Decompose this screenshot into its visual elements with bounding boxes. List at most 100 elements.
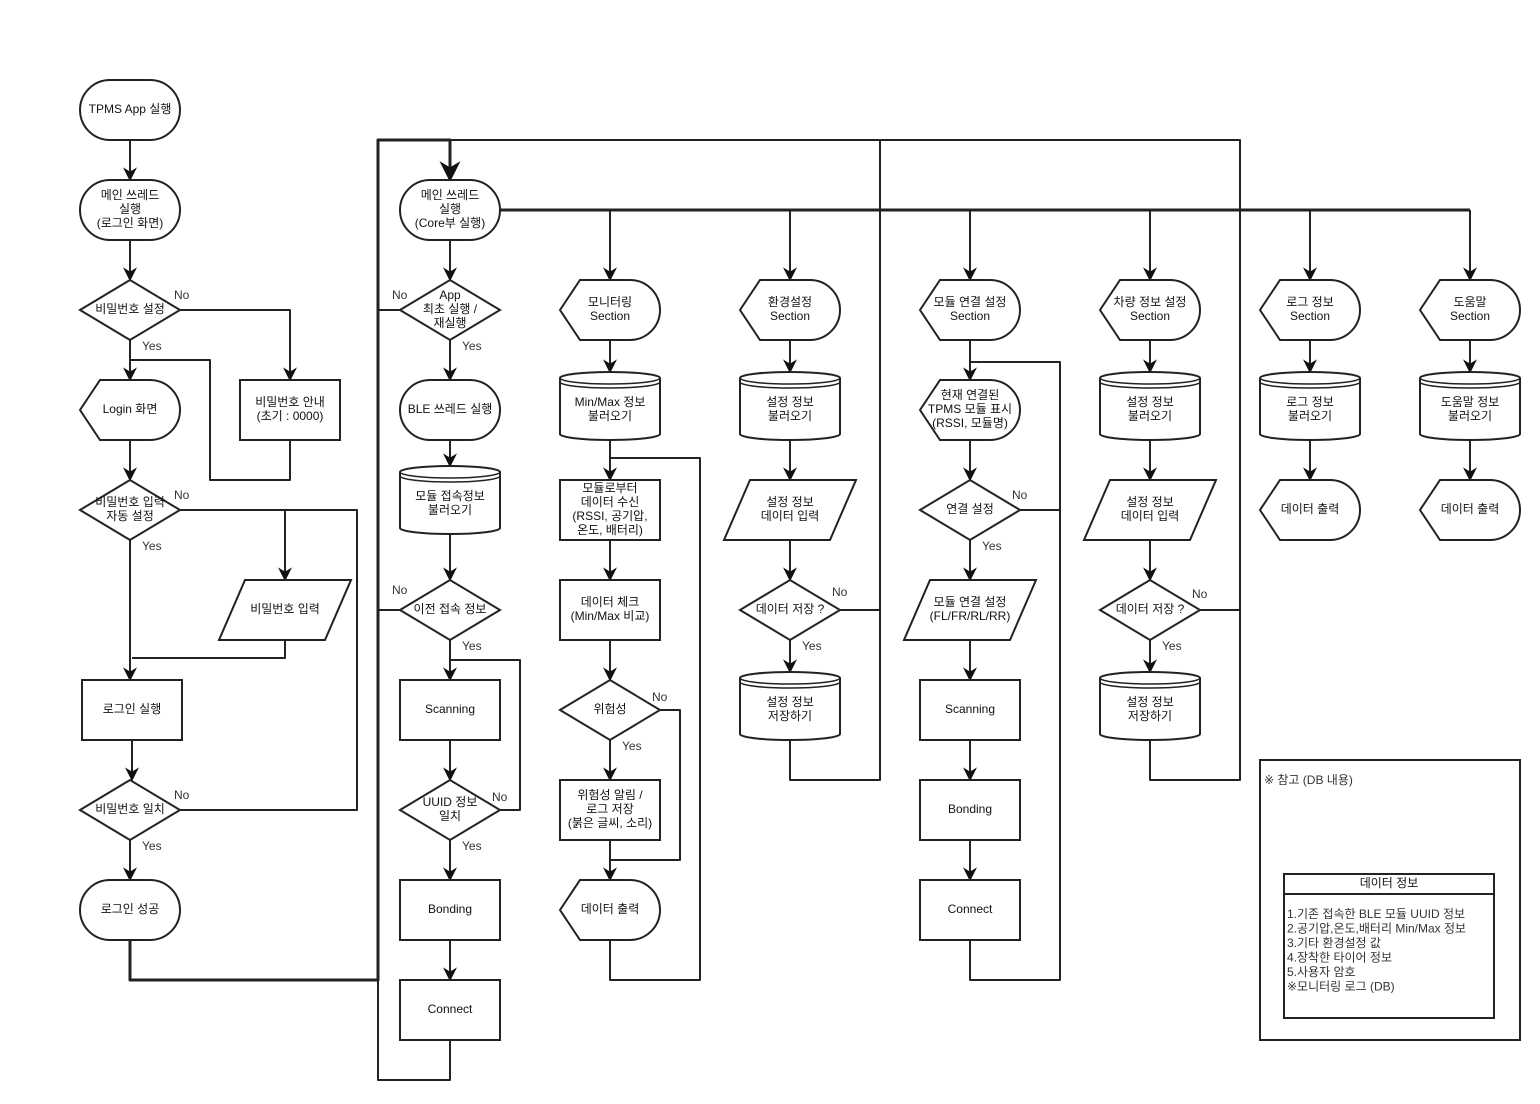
node-car-input: 설정 정보데이터 입력 bbox=[1082, 479, 1218, 541]
node-mod-pos: 모듈 연결 설정(FL/FR/RL/RR) bbox=[902, 579, 1038, 641]
branch-label-yes: Yes bbox=[462, 339, 482, 353]
node-help-section: 도움말Section bbox=[1418, 279, 1521, 341]
legend-item: 2.공기압,온도,배터리 Min/Max 정보 bbox=[1287, 922, 1466, 936]
node-label: 모듈 연결 설정 bbox=[934, 595, 1007, 609]
node-label: 저장하기 bbox=[768, 709, 812, 723]
node-label: (Core부 실행) bbox=[415, 215, 485, 230]
node-label: TPMS App 실행 bbox=[89, 101, 172, 116]
node-pw-set: 비밀번호 설정 bbox=[78, 278, 182, 342]
node-label: 로그 정보 bbox=[1286, 295, 1334, 309]
connector-arrow bbox=[128, 138, 461, 982]
tpms-flowchart: TPMS App 실행메인 쓰레드실행(로그인 화면)비밀번호 설정Login … bbox=[78, 79, 1521, 1081]
node-label: 설정 정보 bbox=[1126, 395, 1174, 409]
node-log-output: 데이터 출력 bbox=[1258, 479, 1361, 541]
node-label: 비밀번호 입력 bbox=[250, 602, 320, 616]
connector-arrow bbox=[180, 509, 292, 582]
node-label: 불러오기 bbox=[1448, 409, 1492, 423]
branch-label-yes: Yes bbox=[142, 539, 162, 553]
node-label: 로그인 실행 bbox=[103, 701, 162, 716]
node-mon-section: 모니터링Section bbox=[558, 279, 661, 341]
node-label: 불러오기 bbox=[768, 409, 812, 423]
node-label: 환경설정 bbox=[768, 295, 812, 309]
branch-label-no: No bbox=[174, 288, 190, 302]
node-label: (로그인 화면) bbox=[97, 216, 164, 230]
node-log-section: 로그 정보Section bbox=[1258, 279, 1361, 341]
node-env-save-q: 데이터 저장 ? bbox=[738, 578, 842, 642]
node-label: 이전 접속 정보 bbox=[414, 602, 487, 616]
table-header: 데이터 정보 bbox=[1360, 876, 1419, 890]
node-main-core: 메인 쓰레드실행(Core부 실행) bbox=[399, 179, 501, 241]
node-label: Section bbox=[1130, 309, 1170, 323]
node-conn1: Connect bbox=[399, 979, 501, 1041]
node-scan1: Scanning bbox=[399, 679, 501, 741]
node-label: 도움말 bbox=[1453, 295, 1486, 309]
node-label: 불러오기 bbox=[428, 503, 472, 517]
node-conn-set-q: 연결 설정 bbox=[918, 478, 1022, 542]
node-label: 데이터 입력 bbox=[1121, 509, 1180, 523]
node-log-load-db: 로그 정보불러오기 bbox=[1259, 371, 1361, 441]
node-car-section: 차량 정보 설정Section bbox=[1098, 279, 1201, 341]
branch-label-no: No bbox=[174, 788, 190, 802]
node-scan2: Scanning bbox=[919, 679, 1021, 741]
node-label: 비밀번호 설정 bbox=[95, 302, 165, 316]
node-env-input: 설정 정보데이터 입력 bbox=[722, 479, 858, 541]
node-label: 도움말 정보 bbox=[1441, 395, 1500, 409]
node-label: App bbox=[439, 288, 461, 302]
node-label: 자동 설정 bbox=[106, 509, 154, 523]
legend-item: 5.사용자 암호 bbox=[1287, 965, 1356, 979]
connector-arrow bbox=[132, 640, 286, 659]
node-app-first: App최초 실행 /재실행 bbox=[398, 278, 502, 342]
node-label: Section bbox=[770, 309, 810, 323]
node-label: 데이터 출력 bbox=[581, 902, 640, 916]
node-label: UUID 정보 bbox=[423, 795, 478, 809]
branch-label-no: No bbox=[492, 790, 508, 804]
node-label: 비밀번호 입력 bbox=[95, 495, 165, 509]
branch-label-yes: Yes bbox=[142, 839, 162, 853]
node-car-save-db: 설정 정보저장하기 bbox=[1099, 671, 1201, 741]
node-mon-output: 데이터 출력 bbox=[558, 879, 661, 941]
node-label: Bonding bbox=[948, 802, 992, 816]
node-label: 모듈 연결 설정 bbox=[934, 295, 1007, 309]
node-label: Section bbox=[950, 309, 990, 323]
node-label: 온도, 배터리) bbox=[577, 523, 643, 537]
node-label: 모니터링 bbox=[588, 295, 632, 309]
node-label: Bonding bbox=[428, 902, 472, 916]
node-label: Connect bbox=[428, 1002, 473, 1016]
legend-panel: ※ 참고 (DB 내용) 데이터 정보 1.기존 접속한 BLE 모듈 UUID… bbox=[1259, 759, 1521, 1041]
branch-label-yes: Yes bbox=[982, 539, 1002, 553]
node-prev-conn: 이전 접속 정보 bbox=[398, 578, 502, 642]
node-label: 불러오기 bbox=[1288, 409, 1332, 423]
node-minmax-db: Min/Max 정보불러오기 bbox=[559, 371, 661, 441]
branch-label-yes: Yes bbox=[1162, 639, 1182, 653]
node-label: 비밀번호 안내 bbox=[255, 395, 325, 409]
node-label: Section bbox=[590, 309, 630, 323]
legend-item: 4.장착한 타이어 정보 bbox=[1287, 951, 1392, 965]
node-label: 설정 정보 bbox=[1126, 495, 1174, 509]
node-label: 비밀번호 일치 bbox=[95, 802, 165, 816]
node-login-ok: 로그인 성공 bbox=[79, 879, 181, 941]
node-pw-guide: 비밀번호 안내(초기 : 0000) bbox=[239, 379, 341, 441]
node-mod-section: 모듈 연결 설정Section bbox=[918, 279, 1021, 341]
node-env-save-db: 설정 정보저장하기 bbox=[739, 671, 841, 741]
node-label: 로그인 성공 bbox=[101, 902, 160, 916]
node-label: (FL/FR/RL/RR) bbox=[930, 609, 1011, 623]
branch-label-yes: Yes bbox=[462, 639, 482, 653]
node-pw-input: 비밀번호 입력 bbox=[217, 579, 353, 641]
node-help-load-db: 도움말 정보불러오기 bbox=[1419, 371, 1521, 441]
node-label: 설정 정보 bbox=[766, 695, 814, 709]
node-label: 재실행 bbox=[433, 315, 466, 330]
node-label: 저장하기 bbox=[1128, 709, 1172, 723]
node-check-data: 데이터 체크(Min/Max 비교) bbox=[559, 579, 661, 641]
node-car-load-db: 설정 정보불러오기 bbox=[1099, 371, 1201, 441]
node-label: Login 화면 bbox=[103, 402, 158, 416]
node-module-info-db: 모듈 접속정보불러오기 bbox=[399, 465, 501, 535]
node-bond2: Bonding bbox=[919, 779, 1021, 841]
node-label: 설정 정보 bbox=[766, 395, 814, 409]
node-label: 모듈로부터 bbox=[582, 481, 637, 495]
node-recv-data: 모듈로부터데이터 수신(RSSI, 공기압,온도, 배터리) bbox=[559, 479, 661, 541]
branch-label-yes: Yes bbox=[622, 739, 642, 753]
node-label: Scanning bbox=[945, 702, 995, 716]
node-label: 데이터 수신 bbox=[581, 495, 640, 509]
node-label: 현재 연결된 bbox=[941, 388, 1000, 402]
branch-label-no: No bbox=[392, 583, 408, 597]
